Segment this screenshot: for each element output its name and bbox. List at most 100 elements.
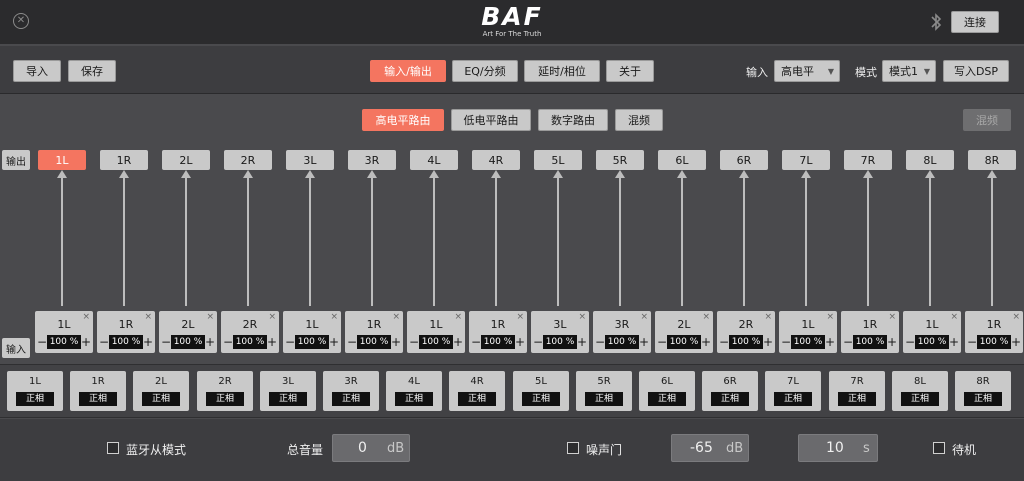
mode-select[interactable]: 模式1 ▼	[882, 60, 936, 82]
increase-button[interactable]: +	[391, 335, 401, 349]
phase-toggle[interactable]: 正相	[648, 392, 686, 406]
tab-digital-routing[interactable]: 数字路由	[538, 109, 608, 131]
decrease-button[interactable]: −	[347, 335, 357, 349]
mixer-level-value[interactable]: 100 %	[481, 335, 515, 349]
phase-toggle[interactable]: 正相	[79, 392, 117, 406]
mixer-level-value[interactable]: 100 %	[109, 335, 143, 349]
mixer-level-value[interactable]: 100 %	[47, 335, 81, 349]
output-channel-button[interactable]: 3L	[286, 150, 334, 170]
decrease-button[interactable]: −	[657, 335, 667, 349]
mixer-level-value[interactable]: 100 %	[853, 335, 887, 349]
phase-toggle[interactable]: 正相	[522, 392, 560, 406]
phase-toggle[interactable]: 正相	[585, 392, 623, 406]
output-channel-button[interactable]: 3R	[348, 150, 396, 170]
output-channel-button[interactable]: 7R	[844, 150, 892, 170]
output-channel-button[interactable]: 1L	[38, 150, 86, 170]
increase-button[interactable]: +	[1011, 335, 1021, 349]
mixer-level-value[interactable]: 100 %	[729, 335, 763, 349]
output-channel-button[interactable]: 4L	[410, 150, 458, 170]
mixer-level-value[interactable]: 100 %	[915, 335, 949, 349]
phase-toggle[interactable]: 正相	[16, 392, 54, 406]
decrease-button[interactable]: −	[37, 335, 47, 349]
output-channel-button[interactable]: 6L	[658, 150, 706, 170]
increase-button[interactable]: +	[205, 335, 215, 349]
mixer-level-value[interactable]: 100 %	[543, 335, 577, 349]
phase-toggle[interactable]: 正相	[332, 392, 370, 406]
decrease-button[interactable]: −	[99, 335, 109, 349]
mixer-level-value[interactable]: 100 %	[171, 335, 205, 349]
output-channel-button[interactable]: 5L	[534, 150, 582, 170]
decrease-button[interactable]: −	[595, 335, 605, 349]
output-channel-button[interactable]: 5R	[596, 150, 644, 170]
increase-button[interactable]: +	[577, 335, 587, 349]
tab-low-level-routing[interactable]: 低电平路由	[451, 109, 531, 131]
increase-button[interactable]: +	[701, 335, 711, 349]
tab-delay-phase[interactable]: 延时/相位	[524, 60, 600, 82]
mixer-level-value[interactable]: 100 %	[419, 335, 453, 349]
increase-button[interactable]: +	[763, 335, 773, 349]
tab-high-level-routing[interactable]: 高电平路由	[362, 109, 444, 131]
tab-about[interactable]: 关于	[606, 60, 654, 82]
mix-button[interactable]: 混频	[963, 109, 1011, 131]
import-button[interactable]: 导入	[13, 60, 61, 82]
tab-eq-crossover[interactable]: EQ/分频	[452, 60, 518, 82]
noise-gate-field[interactable]: -65 dB	[671, 434, 749, 462]
decrease-button[interactable]: −	[409, 335, 419, 349]
phase-toggle[interactable]: 正相	[206, 392, 244, 406]
mixer-level-value[interactable]: 100 %	[233, 335, 267, 349]
increase-button[interactable]: +	[453, 335, 463, 349]
increase-button[interactable]: +	[267, 335, 277, 349]
output-channel-button[interactable]: 8R	[968, 150, 1016, 170]
output-channel-button[interactable]: 6R	[720, 150, 768, 170]
connect-button[interactable]: 连接	[951, 11, 999, 33]
mixer-level-value[interactable]: 100 %	[977, 335, 1011, 349]
time-field[interactable]: 10 s	[798, 434, 878, 462]
output-channel-button[interactable]: 2R	[224, 150, 272, 170]
phase-toggle[interactable]: 正相	[711, 392, 749, 406]
output-channel-button[interactable]: 1R	[100, 150, 148, 170]
phase-toggle[interactable]: 正相	[964, 392, 1002, 406]
write-dsp-button[interactable]: 写入DSP	[943, 60, 1009, 82]
save-button[interactable]: 保存	[68, 60, 116, 82]
decrease-button[interactable]: −	[719, 335, 729, 349]
master-volume-field[interactable]: 0 dB	[332, 434, 410, 462]
phase-toggle[interactable]: 正相	[395, 392, 433, 406]
increase-button[interactable]: +	[81, 335, 91, 349]
increase-button[interactable]: +	[143, 335, 153, 349]
phase-toggle[interactable]: 正相	[269, 392, 307, 406]
increase-button[interactable]: +	[887, 335, 897, 349]
phase-toggle[interactable]: 正相	[901, 392, 939, 406]
tab-mixing[interactable]: 混频	[615, 109, 663, 131]
mixer-level-value[interactable]: 100 %	[295, 335, 329, 349]
input-select[interactable]: 高电平 ▼	[774, 60, 840, 82]
increase-button[interactable]: +	[639, 335, 649, 349]
standby-checkbox[interactable]	[933, 442, 945, 454]
decrease-button[interactable]: −	[905, 335, 915, 349]
decrease-button[interactable]: −	[843, 335, 853, 349]
mixer-level-value[interactable]: 100 %	[667, 335, 701, 349]
output-channel-button[interactable]: 8L	[906, 150, 954, 170]
decrease-button[interactable]: −	[781, 335, 791, 349]
decrease-button[interactable]: −	[533, 335, 543, 349]
decrease-button[interactable]: −	[285, 335, 295, 349]
output-channel-button[interactable]: 4R	[472, 150, 520, 170]
bt-slave-checkbox[interactable]	[107, 442, 119, 454]
decrease-button[interactable]: −	[967, 335, 977, 349]
phase-toggle[interactable]: 正相	[838, 392, 876, 406]
phase-toggle[interactable]: 正相	[458, 392, 496, 406]
tab-input-output[interactable]: 输入/输出	[370, 60, 446, 82]
increase-button[interactable]: +	[329, 335, 339, 349]
phase-toggle[interactable]: 正相	[774, 392, 812, 406]
decrease-button[interactable]: −	[161, 335, 171, 349]
increase-button[interactable]: +	[949, 335, 959, 349]
noise-gate-checkbox[interactable]	[567, 442, 579, 454]
mixer-level-value[interactable]: 100 %	[605, 335, 639, 349]
increase-button[interactable]: +	[515, 335, 525, 349]
decrease-button[interactable]: −	[223, 335, 233, 349]
mixer-level-value[interactable]: 100 %	[791, 335, 825, 349]
increase-button[interactable]: +	[825, 335, 835, 349]
phase-toggle[interactable]: 正相	[142, 392, 180, 406]
output-channel-button[interactable]: 2L	[162, 150, 210, 170]
output-channel-button[interactable]: 7L	[782, 150, 830, 170]
decrease-button[interactable]: −	[471, 335, 481, 349]
